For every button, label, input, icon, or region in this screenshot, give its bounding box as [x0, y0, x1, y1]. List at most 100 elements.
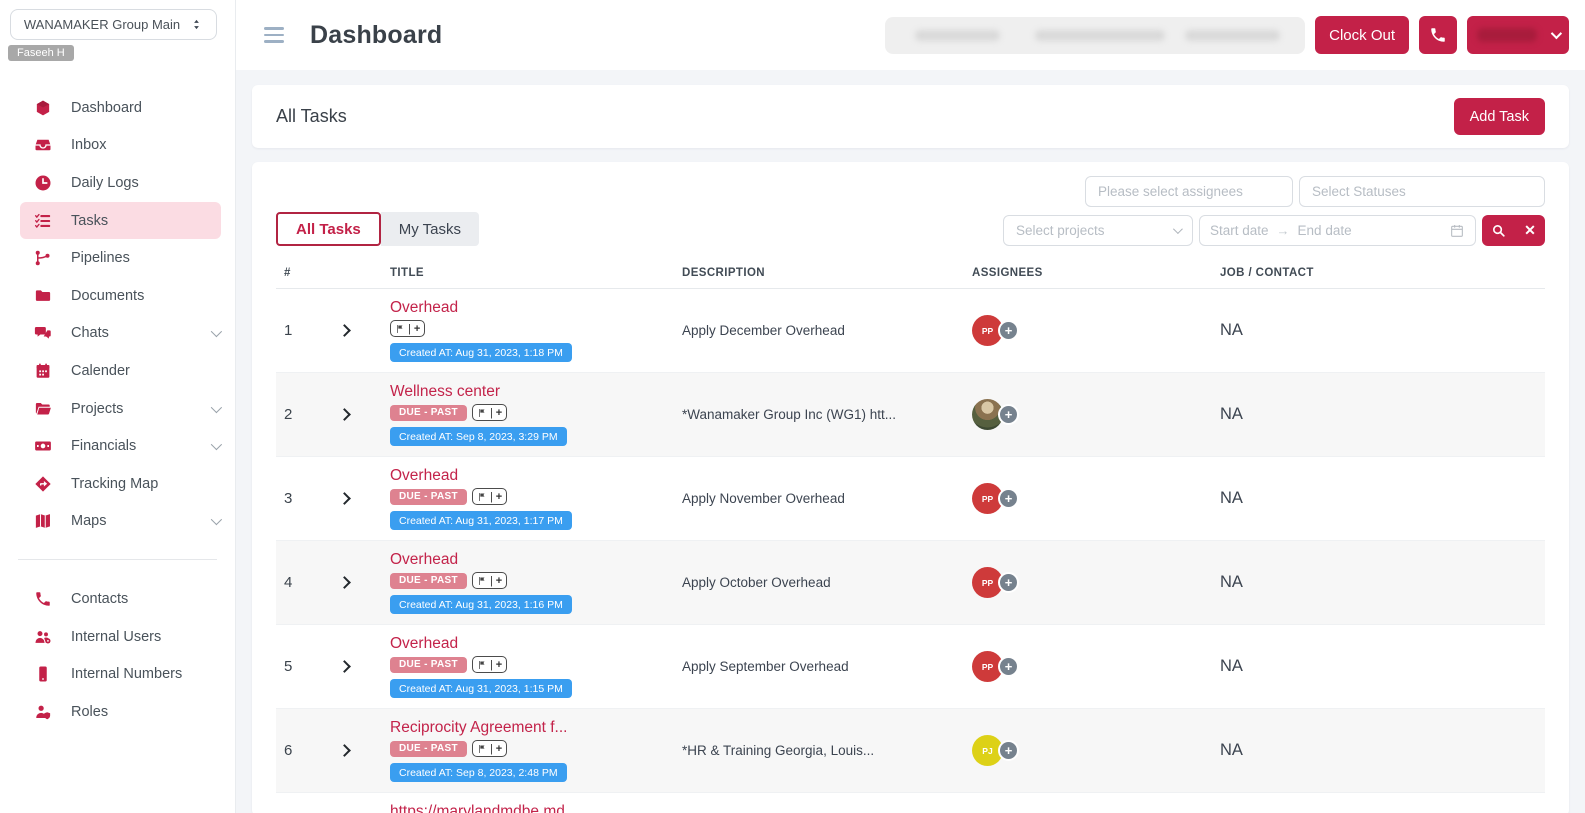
- projects-filter-select[interactable]: Select projects: [1003, 215, 1193, 246]
- sidebar-item-calender[interactable]: Calender: [0, 352, 235, 390]
- tracking-icon: [34, 475, 52, 493]
- phone-icon: [1429, 26, 1447, 44]
- job-contact-value: NA: [1212, 373, 1545, 457]
- due-past-badge: DUE - PAST: [390, 405, 467, 421]
- flags-badge[interactable]: | +: [472, 656, 507, 673]
- sidebar-item-tracking-map[interactable]: Tracking Map: [0, 465, 235, 503]
- task-description: *HR & Training Georgia, Louis...: [674, 709, 964, 793]
- flag-icon: [477, 408, 487, 418]
- task-title-link[interactable]: Wellness center: [390, 383, 666, 401]
- tasks-tabs: All TasksMy Tasks: [276, 212, 479, 246]
- card-title: All Tasks: [276, 106, 347, 127]
- sidebar-item-label: Calender: [71, 363, 130, 379]
- expand-row-icon[interactable]: [338, 408, 351, 421]
- sidebar-item-documents[interactable]: Documents: [0, 277, 235, 315]
- phone-icon: [34, 590, 52, 608]
- expand-row-icon[interactable]: [338, 744, 351, 757]
- tasks-card: All TasksMy Tasks Select projects Start …: [252, 162, 1569, 813]
- sidebar-item-label: Chats: [71, 325, 109, 341]
- sidebar: WANAMAKER Group Main Faseeh H Dashboard …: [0, 0, 236, 813]
- start-date-placeholder: Start date: [1210, 223, 1269, 238]
- clock-out-button[interactable]: Clock Out: [1315, 16, 1409, 54]
- job-contact-value: NA: [1212, 709, 1545, 793]
- column-header: #: [276, 258, 332, 289]
- add-assignee-button[interactable]: +: [998, 740, 1019, 761]
- expand-row-icon[interactable]: [338, 576, 351, 589]
- statuses-filter-input[interactable]: [1299, 176, 1545, 207]
- expand-row-icon[interactable]: [338, 324, 351, 337]
- sidebar-item-dashboard[interactable]: Dashboard: [0, 89, 235, 127]
- task-title-link[interactable]: Reciprocity Agreement f...: [390, 719, 666, 737]
- date-range-filter[interactable]: Start date → End date: [1199, 215, 1476, 246]
- expand-row-icon[interactable]: [338, 492, 351, 505]
- organization-select[interactable]: WANAMAKER Group Main: [10, 9, 217, 40]
- task-number: 7: [276, 793, 332, 813]
- task-title-link[interactable]: Overhead: [390, 467, 666, 485]
- clock-icon: [34, 174, 52, 192]
- table-row: 4 Overhead DUE - PAST | + Created AT: Au…: [276, 541, 1545, 625]
- sidebar-item-label: Inbox: [71, 137, 106, 153]
- sidebar-item-internal-numbers[interactable]: Internal Numbers: [0, 655, 235, 693]
- add-assignee-button[interactable]: +: [998, 320, 1019, 341]
- task-title-link[interactable]: https://marylandmdbe.md...: [390, 803, 666, 813]
- task-title-link[interactable]: Overhead: [390, 551, 666, 569]
- add-assignee-button[interactable]: +: [998, 488, 1019, 509]
- user-menu-button[interactable]: [1467, 16, 1569, 54]
- add-assignee-button[interactable]: +: [998, 656, 1019, 677]
- chevron-down-icon: [1551, 28, 1562, 39]
- add-flag-icon: +: [496, 743, 502, 755]
- task-description: [Daily Log Notes] Attended th...: [674, 793, 964, 813]
- page-title: Dashboard: [310, 21, 442, 50]
- add-assignee-button[interactable]: +: [998, 404, 1019, 425]
- flags-badge[interactable]: | +: [472, 572, 507, 589]
- add-assignee-button[interactable]: +: [998, 572, 1019, 593]
- tab-all-tasks[interactable]: All Tasks: [276, 212, 381, 246]
- job-contact-value: NA: [1212, 457, 1545, 541]
- add-flag-icon: +: [496, 659, 502, 671]
- sidebar-item-chats[interactable]: Chats: [0, 315, 235, 353]
- sidebar-item-financials[interactable]: Financials: [0, 427, 235, 465]
- sidebar-item-projects[interactable]: Projects: [0, 390, 235, 428]
- flags-badge[interactable]: | +: [472, 404, 507, 421]
- task-title-link[interactable]: Overhead: [390, 299, 666, 317]
- assignees-filter-input[interactable]: [1085, 176, 1293, 207]
- chevron-down-icon: [1173, 224, 1183, 234]
- sidebar-item-daily-logs[interactable]: Daily Logs: [0, 164, 235, 202]
- flag-icon: [477, 492, 487, 502]
- main-column: Dashboard Clock Out All Tasks Add Task: [236, 0, 1585, 813]
- chevron-down-icon: [211, 439, 222, 450]
- add-flag-icon: +: [414, 323, 420, 335]
- tab-my-tasks[interactable]: My Tasks: [381, 212, 479, 246]
- all-tasks-header-card: All Tasks Add Task: [252, 85, 1569, 148]
- flags-badge[interactable]: | +: [472, 740, 507, 757]
- phone-button[interactable]: [1419, 16, 1457, 54]
- sidebar-item-internal-users[interactable]: Internal Users: [0, 618, 235, 656]
- topbar-actions: Clock Out: [885, 16, 1569, 54]
- due-past-badge: DUE - PAST: [390, 489, 467, 505]
- task-title-link[interactable]: Overhead: [390, 635, 666, 653]
- sidebar-item-maps[interactable]: Maps: [0, 503, 235, 541]
- task-description: Apply October Overhead: [674, 541, 964, 625]
- sidebar-item-inbox[interactable]: Inbox: [0, 127, 235, 165]
- sidebar-item-label: Dashboard: [71, 100, 142, 116]
- sidebar-item-label: Projects: [71, 401, 123, 417]
- clear-filters-button[interactable]: ✕: [1515, 215, 1545, 246]
- search-button[interactable]: [1482, 215, 1515, 246]
- dashboard-icon: [34, 99, 52, 117]
- table-header-row: #TITLEDESCRIPTIONASSIGNEESJOB / CONTACT: [276, 258, 1545, 289]
- sidebar-item-contacts[interactable]: Contacts: [0, 580, 235, 618]
- content-area: All Tasks Add Task All TasksMy Tasks Sel…: [236, 70, 1585, 813]
- flags-badge[interactable]: | +: [390, 320, 425, 337]
- flags-badge[interactable]: | +: [472, 488, 507, 505]
- expand-row-icon[interactable]: [338, 660, 351, 673]
- created-at-badge: Created AT: Sep 8, 2023, 3:29 PM: [390, 427, 567, 446]
- table-row: 3 Overhead DUE - PAST | + Created AT: Au…: [276, 457, 1545, 541]
- sidebar-item-roles[interactable]: Roles: [0, 693, 235, 731]
- column-header-expand: [332, 258, 382, 289]
- add-task-button[interactable]: Add Task: [1454, 98, 1545, 135]
- sidebar-item-tasks[interactable]: Tasks: [20, 202, 221, 240]
- menu-toggle-icon[interactable]: [264, 27, 284, 43]
- task-number: 2: [276, 373, 332, 457]
- sidebar-item-pipelines[interactable]: Pipelines: [0, 239, 235, 277]
- created-at-badge: Created AT: Aug 31, 2023, 1:17 PM: [390, 511, 572, 530]
